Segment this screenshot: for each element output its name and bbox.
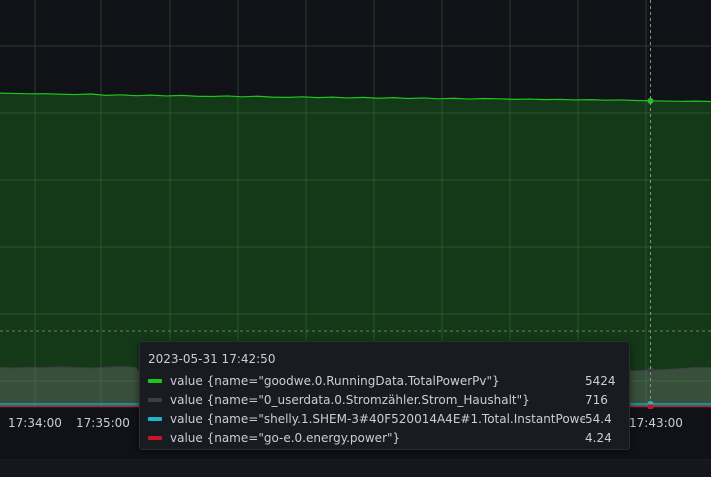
series-swatch [148,416,162,421]
series-swatch [148,378,162,383]
tooltip-row: value {name="go-e.0.energy.power"} 4.24 [148,428,621,447]
tooltip-series-name: value {name="go-e.0.energy.power"} [170,430,401,445]
x-tick-label: 17:35:00 [76,416,130,430]
tooltip-timestamp: 2023-05-31 17:42:50 [148,352,276,366]
x-tick-label: 17:43:00 [629,416,683,430]
tooltip-series-value: 54.4 [585,411,612,426]
series-swatch [148,435,162,440]
tooltip-series-name: value {name="shelly.1.SHEM-3#40F520014A4… [170,411,585,426]
bottom-band [0,461,711,477]
tooltip-row: value {name="shelly.1.SHEM-3#40F520014A4… [148,409,621,428]
tooltip-row: value {name="0_userdata.0.Stromzähler.St… [148,390,621,409]
x-tick-label: 17:34:00 [8,416,62,430]
tooltip-series-value: 5424 [585,373,616,388]
tooltip-series-value: 716 [585,392,608,407]
tooltip-series-name: value {name="0_userdata.0.Stromzähler.St… [170,392,530,407]
series-swatch [148,397,162,402]
tooltip-series-name: value {name="goodwe.0.RunningData.TotalP… [170,373,500,388]
tooltip-series-value: 4.24 [585,430,612,445]
hover-tooltip: 2023-05-31 17:42:50 value {name="goodwe.… [139,341,630,450]
tooltip-row: value {name="goodwe.0.RunningData.TotalP… [148,371,621,390]
